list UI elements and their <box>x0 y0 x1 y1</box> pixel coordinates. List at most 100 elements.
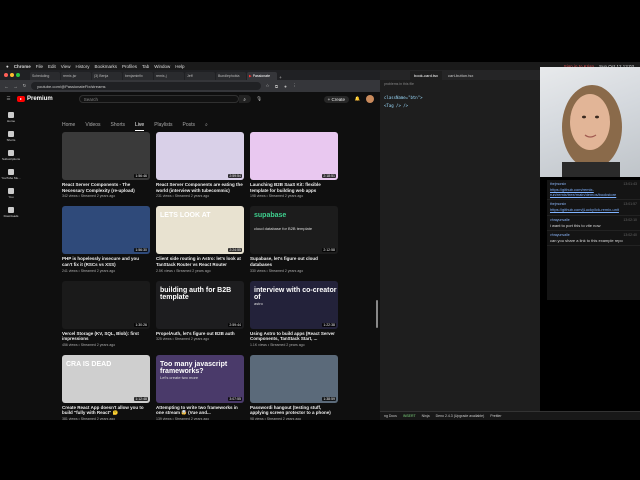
video-title[interactable]: Client side routing in Astro: let's look… <box>156 256 244 267</box>
minimize-window-button[interactable] <box>10 73 14 77</box>
apple-icon[interactable]: ● <box>6 64 9 69</box>
video-title[interactable]: Using Astro to build apps (React Server … <box>250 331 338 342</box>
video-card[interactable]: building auth for B2B template 2:59:44 Pro… <box>156 280 244 347</box>
video-card[interactable]: 2:18:51 Launching B2B SaaS Kit: flexible … <box>250 132 338 198</box>
microphone-icon[interactable]: 🎙 <box>256 96 262 102</box>
zoom-window-button[interactable] <box>16 73 20 77</box>
video-card[interactable]: 1:56:30 PHP is hopelessly insecure and yo… <box>62 206 150 273</box>
url-bar[interactable]: youtube.com/@PassionateFix/streams <box>31 82 261 90</box>
menu-history[interactable]: History <box>75 64 89 69</box>
notifications-bell-icon[interactable]: 🔔 <box>355 96 361 102</box>
video-title[interactable]: Passwordi hangout (testing stuff, applyi… <box>250 405 338 416</box>
tab-shorts[interactable]: Shorts <box>111 122 125 131</box>
chat-username[interactable]: vhrayunvalle <box>550 233 570 237</box>
sidebar-item-shorts[interactable]: Shorts <box>7 131 15 142</box>
browser-tab[interactable]: Bundlephobia <box>216 72 246 80</box>
profile-icon[interactable]: ● <box>283 84 288 89</box>
search-icon[interactable]: ⌕ <box>238 95 251 103</box>
editor-tab-cart-button[interactable]: cart-button.tsx <box>448 73 473 78</box>
menu-profiles[interactable]: Profiles <box>122 64 137 69</box>
video-thumbnail[interactable]: 2:59:54 <box>156 132 244 180</box>
video-thumbnail[interactable]: 2:18:51 <box>250 132 338 180</box>
back-icon[interactable]: ← <box>4 84 9 89</box>
video-title[interactable]: Attempting to write two frameworks in on… <box>156 405 244 416</box>
reload-icon[interactable]: ↻ <box>22 83 27 89</box>
forward-icon[interactable]: → <box>13 84 18 89</box>
sidebar-item-downloads[interactable]: Downloads <box>4 207 18 218</box>
video-thumbnail[interactable]: 1:38:59 <box>250 354 338 403</box>
video-title[interactable]: React Server Components are eating the w… <box>156 182 244 193</box>
browser-tab[interactable]: remix-j <box>154 72 184 80</box>
sidebar-item-youtube-music[interactable]: YouTube Mu... <box>1 169 21 180</box>
chrome-menu-icon[interactable]: ⋮ <box>292 83 297 89</box>
browser-tab[interactable]: (3) Benja <box>92 72 122 80</box>
video-card[interactable]: LETS LOOK AT 2:24:55 Client side routing i… <box>156 206 244 273</box>
video-thumbnail[interactable]: CRA IS DEAD 1:12:48 <box>62 354 150 403</box>
browser-tab[interactable]: Jeff <box>185 72 215 80</box>
status-ninja[interactable]: Ninja <box>422 414 430 418</box>
avatar[interactable] <box>366 95 374 103</box>
video-thumbnail[interactable]: building auth for B2B template 2:59:44 <box>156 280 244 329</box>
video-title[interactable]: React Server Components - The Necessary … <box>62 182 150 193</box>
editor-tab-book-card[interactable]: book-card.tsx <box>410 70 443 80</box>
browser-tab[interactable]: Scheduling <box>30 72 60 80</box>
tab-home[interactable]: Home <box>62 122 75 131</box>
menu-tab[interactable]: Tab <box>142 64 149 69</box>
tab-videos[interactable]: Videos <box>85 122 100 131</box>
search-input[interactable]: Search <box>78 95 239 103</box>
video-card[interactable]: 2:59:54 React Server Components are eatin… <box>156 132 244 198</box>
video-card[interactable]: 1:38:59 Passwordi hangout (testing stuff,… <box>250 354 338 420</box>
browser-tab-active[interactable]: ▶ Passionate <box>247 72 277 80</box>
chat-username[interactable]: vhrayunvalle <box>550 218 570 222</box>
video-thumbnail[interactable]: 1:56:46 <box>62 132 150 180</box>
status-docs[interactable]: ng Docs <box>384 414 397 418</box>
video-title[interactable]: Supabase, let's figure out cloud databas… <box>250 256 338 267</box>
menu-edit[interactable]: Edit <box>48 64 56 69</box>
hamburger-menu-icon[interactable]: ☰ <box>6 96 11 102</box>
status-prettier[interactable]: Prettier <box>490 414 501 418</box>
youtube-logo[interactable]: Premium <box>17 96 53 102</box>
chat-link[interactable]: https://github.com/jLucky/lck-remix-unit <box>550 207 637 212</box>
video-title[interactable]: PropelAuth, let's figure out B2B auth <box>156 331 244 337</box>
chat-username[interactable]: thejmorsin <box>550 182 566 186</box>
chat-link[interactable]: https://github.com/remix-run/remix/tree/… <box>550 187 637 197</box>
video-thumbnail[interactable]: 1:56:30 <box>62 206 150 255</box>
channel-search-icon[interactable]: ⌕ <box>205 122 208 131</box>
video-thumbnail[interactable]: Too many javascript frameworks? Let's cre… <box>156 354 244 403</box>
video-title[interactable]: Launching B2B SaaS Kit: flexible templat… <box>250 182 338 193</box>
close-window-button[interactable] <box>4 73 8 77</box>
chat-username[interactable]: thejmorsin <box>550 202 566 206</box>
menubar-app[interactable]: Chrome <box>14 64 31 69</box>
sidebar-item-home[interactable]: Home <box>7 112 15 123</box>
video-thumbnail[interactable]: 1:30:26 <box>62 280 150 329</box>
tab-playlists[interactable]: Playlists <box>154 122 172 131</box>
video-thumbnail[interactable]: supabase cloud database for B2B template 2… <box>250 206 338 255</box>
create-button[interactable]: + Create <box>323 95 349 103</box>
page-scrollbar[interactable] <box>376 300 378 328</box>
new-tab-icon[interactable]: + <box>278 75 283 80</box>
menu-bookmarks[interactable]: Bookmarks <box>94 64 117 69</box>
bookmark-star-icon[interactable]: ☆ <box>265 83 270 89</box>
menu-help[interactable]: Help <box>175 64 184 69</box>
browser-tab[interactable]: benjaminfix <box>123 72 153 80</box>
video-thumbnail[interactable]: interview with co-creator of astro 1:22:38 <box>250 280 338 329</box>
menu-file[interactable]: File <box>36 64 43 69</box>
video-card[interactable]: supabase cloud database for B2B template 2… <box>250 206 338 273</box>
extensions-icon[interactable]: ⧉ <box>274 84 279 89</box>
menu-window[interactable]: Window <box>154 64 170 69</box>
sidebar-item-you[interactable]: You <box>8 188 14 199</box>
video-card[interactable]: 1:56:46 React Server Components - The Nec… <box>62 132 150 198</box>
tab-live[interactable]: Live <box>135 122 145 131</box>
tab-posts[interactable]: Posts <box>183 122 196 131</box>
browser-tab[interactable]: remix-jsr <box>61 72 91 80</box>
video-title[interactable]: PHP is hopelessly insecure and you can't… <box>62 256 150 267</box>
video-thumbnail[interactable]: LETS LOOK AT 2:24:55 <box>156 206 244 255</box>
code-area[interactable]: className="btn"> <Tag /> /> <box>380 88 540 115</box>
menu-view[interactable]: View <box>61 64 71 69</box>
sidebar-item-subscriptions[interactable]: Subscriptions <box>2 150 20 161</box>
video-card[interactable]: CRA IS DEAD 1:12:48 Create React App doesn… <box>62 354 150 420</box>
video-card[interactable]: 1:30:26 Vercel Storage (KV, SQL, Blob): f… <box>62 280 150 347</box>
video-card[interactable]: Too many javascript frameworks? Let's cre… <box>156 354 244 420</box>
video-title[interactable]: Create React App doesn't allow you to bu… <box>62 405 150 416</box>
video-title[interactable]: Vercel Storage (KV, SQL, Blob): first im… <box>62 331 150 342</box>
